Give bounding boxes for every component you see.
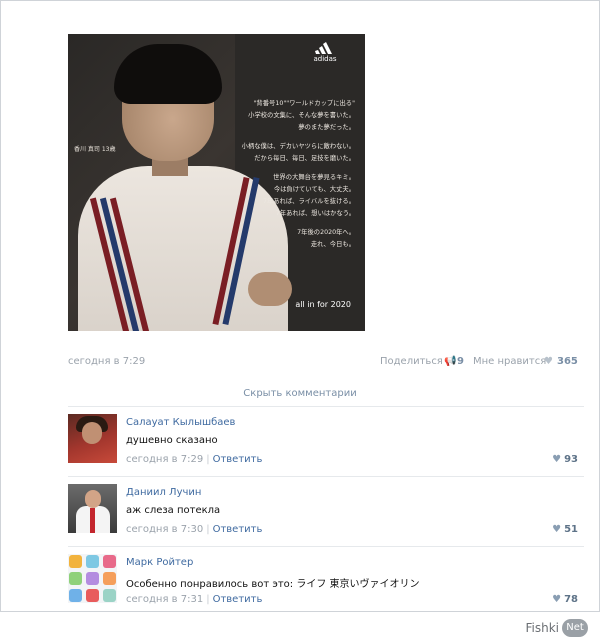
comment-footer: сегодня в 7:30 | Ответить: [126, 524, 263, 535]
heart-icon: ♥: [552, 594, 562, 605]
boy-hand: [248, 272, 292, 306]
share-count: 9: [457, 356, 464, 367]
comment-item: Марк Ройтер Особенно понравилось вот это…: [68, 554, 584, 614]
image-text-line: 小学校の文集に、そんな夢を書いた。: [248, 112, 355, 119]
reply-button[interactable]: Ответить: [213, 454, 263, 465]
fishki-watermark-logo: Fishki Net: [525, 619, 588, 637]
comment-like-button[interactable]: ♥ 93: [552, 454, 578, 465]
image-text-line: 走れ、今日も。: [310, 241, 355, 248]
heart-icon: ♥: [552, 454, 562, 465]
comment-date-link[interactable]: сегодня в 7:29: [126, 454, 203, 465]
image-text-line: 世界の大舞台を夢見るキミ。: [273, 174, 355, 181]
reply-button[interactable]: Ответить: [213, 524, 263, 535]
post-date-link[interactable]: сегодня в 7:29: [68, 356, 145, 367]
post-image[interactable]: adidas 香川 真司 13歳 "背番号10""ワールドカップに出る" 小学校…: [68, 34, 365, 331]
adidas-stripes-icon: [315, 42, 332, 54]
image-text-line: 今は負けていても、大丈夫。: [273, 186, 355, 193]
comment-author-link[interactable]: Даниил Лучин: [126, 487, 201, 498]
comment-like-count: 51: [564, 524, 578, 535]
avatar[interactable]: [68, 484, 117, 533]
comment-date-link[interactable]: сегодня в 7:31: [126, 594, 203, 605]
comment-like-button[interactable]: ♥ 78: [552, 594, 578, 605]
image-text-line: 7年後の2020年へ。: [297, 229, 355, 236]
comment-footer: сегодня в 7:29 | Ответить: [126, 454, 263, 465]
comment-like-count: 78: [564, 594, 578, 605]
watermark-suffix: Net: [562, 619, 588, 637]
like-button[interactable]: Мне нравится: [473, 356, 546, 367]
heart-icon: ♥: [552, 524, 562, 535]
watermark-brand: Fishki: [525, 621, 559, 635]
image-text-block: "背番号10""ワールドカップに出る" 小学校の文集に、そんな夢を書いた。 夢の…: [215, 98, 355, 251]
post-meta: сегодня в 7:29 Поделиться 📢 9 Мне нравит…: [68, 356, 580, 372]
adidas-logo-icon: adidas: [307, 40, 343, 70]
image-text-line: 夢のまた夢だった。: [298, 124, 355, 131]
divider: [68, 546, 584, 547]
image-caption-name: 香川 真司 13歳: [74, 146, 116, 153]
comment-text: душевно сказано: [126, 435, 218, 446]
hide-comments-link[interactable]: Скрыть комментарии: [0, 388, 600, 399]
comment-item: Даниил Лучин аж слеза потекла сегодня в …: [68, 484, 584, 544]
image-text-line: "背番号10""ワールドカップに出る": [253, 100, 355, 107]
reply-button[interactable]: Ответить: [213, 594, 263, 605]
heart-icon[interactable]: ♥: [544, 356, 553, 367]
comment-text: аж слеза потекла: [126, 505, 221, 516]
image-text-line: 7年あれば、ライバルを抜ける。: [262, 198, 355, 205]
share-button[interactable]: Поделиться: [380, 356, 443, 367]
avatar[interactable]: [68, 414, 117, 463]
comment-author-link[interactable]: Марк Ройтер: [126, 557, 193, 568]
comment-text: Особенно понравилось вот это: ライフ 東京いヴァイ…: [126, 579, 420, 590]
like-count: 365: [557, 356, 578, 367]
comment-footer: сегодня в 7:31 | Ответить: [126, 594, 263, 605]
megaphone-icon[interactable]: 📢: [444, 356, 456, 367]
comment-like-count: 93: [564, 454, 578, 465]
image-text-line: だから毎日、毎日、足技を磨いた。: [254, 155, 355, 162]
image-text-line: 小柄な僕は、デカいヤツらに敵わない。: [241, 143, 355, 150]
comment-date-link[interactable]: сегодня в 7:30: [126, 524, 203, 535]
boy-hair: [114, 44, 222, 104]
comment-like-button[interactable]: ♥ 51: [552, 524, 578, 535]
image-slogan: all in for 2020: [295, 300, 351, 309]
adidas-wordmark: adidas: [313, 55, 337, 63]
comment-item: Салауат Кылышбаев душевно сказано сегодн…: [68, 414, 584, 474]
divider: [68, 406, 584, 407]
comment-author-link[interactable]: Салауат Кылышбаев: [126, 417, 235, 428]
image-text-line: 7年あれば、想いはかなう。: [275, 210, 355, 217]
divider: [68, 476, 584, 477]
avatar[interactable]: [68, 554, 117, 603]
